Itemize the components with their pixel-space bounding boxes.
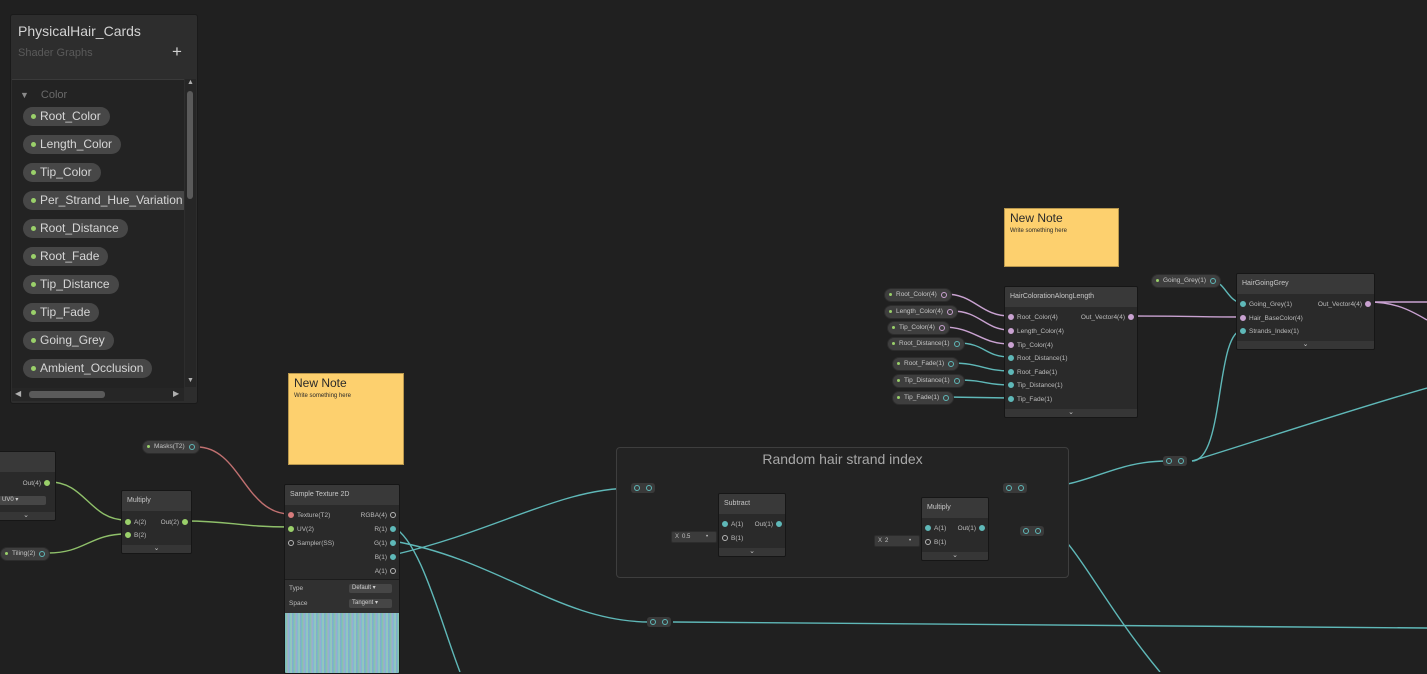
property-node-tip-color[interactable]: Tip_Color(4) — [887, 321, 950, 335]
redirect-node[interactable] — [631, 483, 655, 493]
property-node-tip-fade[interactable]: Tip_Fade(1) — [892, 391, 955, 405]
property-node-tiling[interactable]: Tiling(2) — [0, 547, 51, 561]
wire-tiling-to-multiply — [47, 533, 127, 554]
property-node-tip-distance[interactable]: Tip_Distance(1) — [892, 374, 965, 388]
triangle-down-icon[interactable]: ▼ — [20, 90, 29, 100]
chevron-down-icon[interactable]: ⌄ — [1005, 409, 1137, 417]
wire-g-to-redirect — [392, 540, 651, 623]
property-node-root-fade[interactable]: Root_Fade(1) — [892, 357, 960, 371]
hair-going-grey-node[interactable]: HairGoingGrey Going_Grey(1) Hair_BaseCol… — [1236, 273, 1375, 350]
chevron-down-icon[interactable]: ⌄ — [122, 545, 191, 553]
property-going-grey[interactable]: Going_Grey — [23, 331, 114, 350]
property-node-going-grey[interactable]: Going_Grey(1) — [1151, 274, 1221, 288]
add-property-button[interactable]: + — [172, 42, 182, 62]
subtract-node[interactable]: Subtract A(1) B(1) Out(1) ⌄ — [718, 493, 786, 557]
wire-masks-to-texture — [196, 446, 291, 515]
wire-to-strands — [1191, 329, 1244, 462]
property-tip-distance[interactable]: Tip_Distance — [23, 275, 119, 294]
chevron-down-icon[interactable]: ⌄ — [719, 548, 785, 556]
sticky-note[interactable]: New Note Write something here — [1004, 208, 1119, 267]
property-tip-color[interactable]: Tip_Color — [23, 163, 101, 182]
redirect-node[interactable] — [1003, 483, 1027, 493]
hair-coloration-node[interactable]: HairColorationAlongLength Root_Color(4) … — [1004, 286, 1138, 418]
wire-r-down — [392, 526, 461, 672]
property-node-masks[interactable]: Masks(T2) — [142, 440, 200, 454]
arrow-up-icon[interactable]: ▲ — [187, 79, 194, 86]
sticky-note[interactable]: New Note Write something here — [288, 373, 404, 465]
property-root-fade[interactable]: Root_Fade — [23, 247, 109, 266]
category-color[interactable]: ▼ Color — [20, 89, 67, 101]
blackboard-title: PhysicalHair_Cards — [18, 23, 141, 39]
multiply-node[interactable]: Multiply A(2) B(2) Out(2) ⌄ — [121, 490, 192, 554]
texture-preview — [285, 613, 399, 673]
redirect-node[interactable] — [647, 617, 671, 627]
property-node-root-distance[interactable]: Root_Distance(1) — [887, 337, 965, 351]
wire-uv-to-multiply — [49, 481, 127, 521]
sample-texture-node[interactable]: Sample Texture 2D Texture(T2) UV(2) Samp… — [284, 484, 400, 674]
arrow-down-icon[interactable]: ▼ — [187, 377, 194, 384]
uv-channel-dropdown[interactable]: UV0 ▾ — [0, 496, 46, 505]
property-root-distance[interactable]: Root_Distance — [23, 219, 128, 238]
wire-grey-out — [1367, 301, 1427, 321]
wire-coloration-to-grey — [1130, 315, 1244, 318]
multiply-node[interactable]: Multiply A(1) B(1) Out(1) ⌄ — [921, 497, 989, 561]
chevron-down-icon[interactable]: ⌄ — [922, 552, 988, 560]
property-tip-fade[interactable]: Tip_Fade — [23, 303, 100, 322]
arrow-right-icon[interactable]: ▶ — [173, 389, 179, 398]
wire-redirect-long — [672, 621, 1427, 629]
property-node-root-color[interactable]: Root_Color(4) — [884, 288, 952, 302]
wire-multiply-to-uv — [185, 520, 291, 528]
arrow-left-icon[interactable]: ◀ — [15, 389, 21, 398]
subtract-b-field[interactable]: X 0.5 • — [671, 531, 717, 543]
property-length-color[interactable]: Length_Color — [23, 135, 122, 154]
space-dropdown[interactable]: Tangent ▾ — [349, 599, 392, 608]
property-root-color[interactable]: Root_Color — [23, 107, 110, 126]
blackboard-subtitle: Shader Graphs — [18, 47, 93, 59]
hscroll-thumb[interactable] — [29, 391, 105, 398]
scroll-thumb[interactable] — [187, 91, 193, 199]
wire-to-right — [1191, 387, 1427, 462]
uv-node[interactable]: Out(4) UV0 ▾ ⌄ — [0, 451, 56, 521]
horizontal-scrollbar[interactable]: ◀ ▶ — [12, 388, 184, 401]
multiply-b-field[interactable]: X 2 • — [874, 535, 920, 547]
chevron-down-icon[interactable]: ⌄ — [1237, 341, 1374, 349]
node-group[interactable]: Random hair strand index — [616, 447, 1069, 578]
chevron-down-icon[interactable]: ⌄ — [0, 512, 55, 520]
property-node-length-color[interactable]: Length_Color(4) — [884, 305, 958, 319]
property-list[interactable]: ▼ Color Root_Color Length_Color Tip_Color… — [12, 79, 184, 388]
blackboard-panel[interactable]: PhysicalHair_Cards Shader Graphs + ▼ Colo… — [10, 14, 198, 404]
wire-b-to-group — [392, 487, 635, 556]
type-dropdown[interactable]: Default ▾ — [349, 584, 392, 593]
vertical-scrollbar[interactable]: ▲ ▼ — [185, 79, 196, 387]
property-ambient-occlusion[interactable]: Ambient_Occlusion — [23, 359, 153, 378]
redirect-node[interactable] — [1020, 526, 1044, 536]
property-per-strand-hue[interactable]: Per_Strand_Hue_Variation — [23, 191, 184, 210]
redirect-node[interactable] — [1163, 456, 1187, 466]
graph-canvas[interactable]: PhysicalHair_Cards Shader Graphs + ▼ Colo… — [0, 0, 1427, 674]
